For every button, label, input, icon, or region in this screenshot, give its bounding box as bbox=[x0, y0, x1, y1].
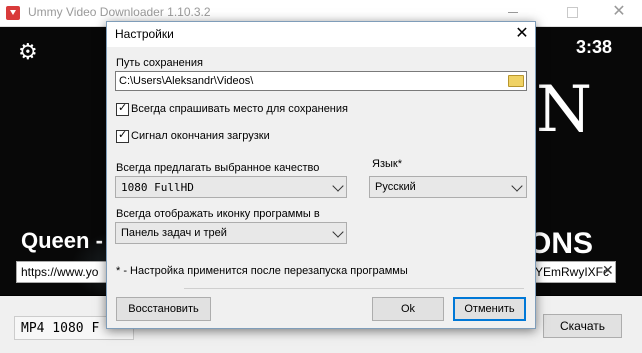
cancel-button[interactable]: Отменить bbox=[453, 297, 526, 321]
quality-label: Всегда предлагать выбранное качество bbox=[116, 162, 320, 174]
tray-value: Панель задач и трей bbox=[121, 227, 227, 239]
chevron-down-icon bbox=[511, 180, 523, 192]
download-icon bbox=[6, 6, 20, 20]
maximize-button[interactable] bbox=[567, 7, 578, 18]
save-path-value: C:\Users\Aleksandr\Videos\ bbox=[119, 75, 254, 87]
chevron-down-icon bbox=[332, 226, 344, 238]
main-window-title: Ummy Video Downloader 1.10.3.2 bbox=[28, 5, 211, 19]
clear-url-icon[interactable]: ✕ bbox=[602, 263, 614, 279]
minimize-button[interactable] bbox=[508, 12, 518, 13]
dialog-title-bar: Настройки ✕ bbox=[107, 22, 535, 47]
url-text-end: YEmRwyIXFc bbox=[535, 265, 610, 279]
format-value: MP4 1080 F bbox=[21, 321, 100, 336]
always-ask-label: Всегда спрашивать место для сохранения bbox=[131, 103, 348, 115]
restart-note: * - Настройка применится после перезапус… bbox=[116, 265, 408, 277]
dialog-title: Настройки bbox=[115, 27, 174, 41]
language-value: Русский bbox=[375, 181, 416, 193]
tray-label: Всегда отображать иконку программы в bbox=[116, 208, 320, 220]
video-duration: 3:38 bbox=[576, 37, 613, 57]
dialog-close-button[interactable]: ✕ bbox=[511, 23, 533, 45]
tray-select[interactable]: Панель задач и трей bbox=[115, 222, 347, 244]
always-ask-checkbox[interactable] bbox=[116, 101, 129, 116]
settings-dialog: Настройки ✕ Путь сохранения C:\Users\Ale… bbox=[106, 21, 536, 329]
quality-value: 1080 FullHD bbox=[121, 181, 194, 194]
sound-checkbox[interactable] bbox=[116, 128, 129, 143]
thumbnail-text: N bbox=[536, 73, 592, 147]
main-close-button[interactable]: ✕ bbox=[607, 1, 631, 23]
url-text-start: https://www.yo bbox=[21, 265, 99, 279]
save-path-label: Путь сохранения bbox=[116, 57, 203, 69]
language-label: Язык* bbox=[372, 158, 402, 170]
download-button[interactable]: Скачать bbox=[543, 314, 622, 338]
restore-button[interactable]: Восстановить bbox=[116, 297, 211, 321]
sound-label: Сигнал окончания загрузки bbox=[131, 130, 270, 142]
quality-select[interactable]: 1080 FullHD bbox=[115, 176, 347, 198]
divider bbox=[184, 288, 524, 289]
ok-button[interactable]: Ok bbox=[372, 297, 444, 321]
folder-icon[interactable] bbox=[508, 75, 524, 87]
thumbnail-text-bottom: ONS bbox=[528, 227, 594, 260]
chevron-down-icon bbox=[332, 180, 344, 192]
language-select[interactable]: Русский bbox=[369, 176, 527, 198]
save-path-field[interactable]: C:\Users\Aleksandr\Videos\ bbox=[115, 71, 527, 91]
gear-icon[interactable]: ⚙ bbox=[18, 40, 38, 65]
